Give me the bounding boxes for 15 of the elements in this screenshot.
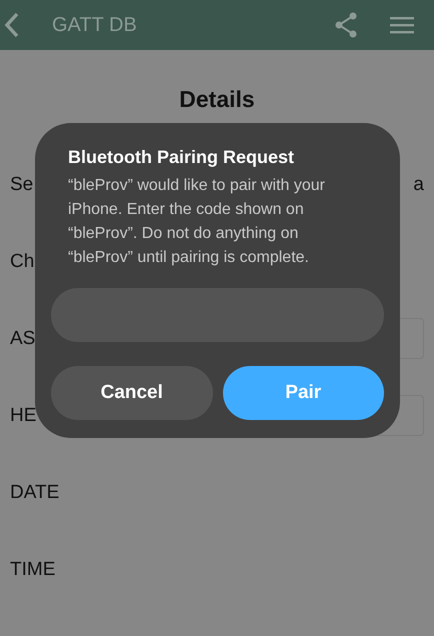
dialog-message: “bleProv” would like to pair with your iPhone. Enter the code shown on “bleProv”. Do not do anything on “bleProv” until pairing is complete. <box>68 176 326 268</box>
field-label: Se <box>10 174 34 196</box>
app-title: GATT DB <box>52 14 138 36</box>
field-label: DATE <box>10 482 60 504</box>
field-label: Ch <box>10 250 34 272</box>
page-title: Details <box>178 86 256 113</box>
field-label: AS <box>10 328 36 350</box>
field-label: TIME <box>10 558 56 580</box>
field-value: a <box>413 174 424 196</box>
dialog-title: Bluetooth Pairing Request <box>68 147 296 168</box>
cancel-button[interactable]: Cancel <box>51 366 212 420</box>
back-icon[interactable] <box>4 12 20 38</box>
menu-icon[interactable] <box>390 16 414 34</box>
field-label: HE <box>10 404 36 426</box>
share-icon[interactable] <box>334 12 358 38</box>
